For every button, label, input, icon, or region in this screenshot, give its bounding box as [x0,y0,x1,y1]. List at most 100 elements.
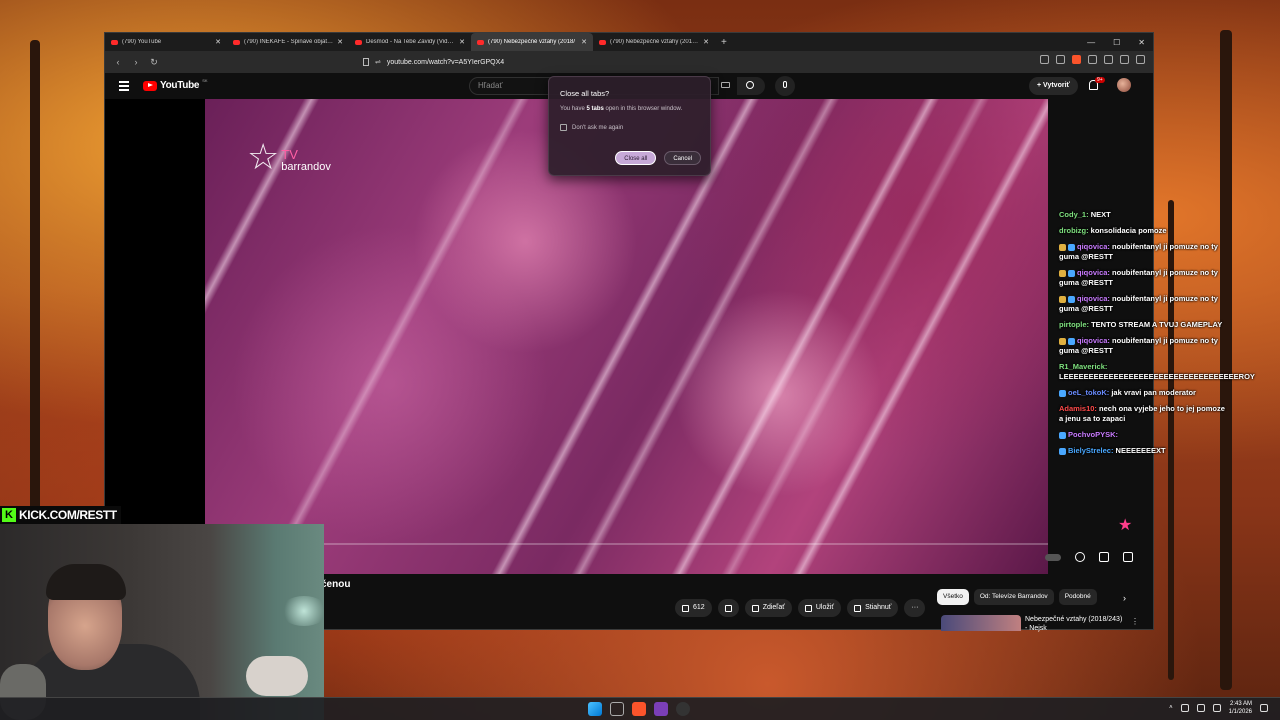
recommendation-menu-icon[interactable]: ⋮ [1131,617,1139,626]
channel-watermark: ☆ TV barrandov [247,136,331,177]
chat-badge-icon [1068,295,1075,303]
brave-shields-icon[interactable] [1072,55,1081,64]
chip-similar[interactable]: Podobné [1058,589,1097,605]
youtube-favicon-icon [355,39,362,45]
voice-search-button[interactable] [775,76,795,96]
chat-message: Adamis10: nech ona vyjebe jeho to jej po… [1059,404,1229,424]
browser-tab[interactable]: (790) Nebezpečné vztahy (2019/258 ✕ [593,33,715,51]
chat-username: qiqovica: [1077,242,1110,251]
close-all-button[interactable]: Close all [615,151,657,165]
webcam-feed [0,524,324,720]
kick-logo-icon: K [2,508,16,522]
obs-icon[interactable] [654,702,668,716]
volume-icon[interactable] [1212,704,1221,712]
share-icon[interactable] [1056,55,1065,64]
chat-username: pirtople: [1059,320,1089,329]
hamburger-menu-icon[interactable] [119,81,129,93]
chat-username: oeL_tokoK: [1068,388,1110,397]
chat-message: drobizg: konsolidacia pomoze [1059,226,1229,236]
dislike-button[interactable] [717,599,739,617]
menu-icon[interactable] [1136,55,1145,64]
cancel-button[interactable]: Cancel [664,151,701,165]
bookmark-icon[interactable] [363,58,369,66]
stream-chat-overlay: Cody_1: NEXT drobizg: konsolidacia pomoze… [1059,210,1255,462]
tab-close-icon[interactable]: ✕ [703,38,709,46]
forward-icon[interactable]: › [131,57,141,67]
tab-close-icon[interactable]: ✕ [215,38,221,46]
reload-icon[interactable]: ↻ [149,57,159,68]
browser-tab[interactable]: (790) Nebezpečné vztahy (2018/✕ [471,33,593,51]
task-view-icon[interactable] [610,702,624,716]
dont-ask-checkbox[interactable]: Don't ask me again [560,124,699,131]
thumbs-up-icon [682,604,689,612]
notification-center-icon[interactable] [1260,704,1268,712]
sidebar-icon[interactable] [1104,55,1113,64]
keyboard-icon[interactable] [721,82,730,88]
chip-all[interactable]: Všetko [937,589,969,605]
kick-star-icon: ★ [1118,517,1133,534]
save-button[interactable]: Uložiť [797,599,842,617]
autoplay-toggle[interactable] [1045,553,1061,561]
url-field[interactable]: ⇌ youtube.com/watch?v=A5YIerGPQX4 [363,55,833,69]
chat-text: jak vravi pan moderator [1111,388,1196,397]
browser-tab[interactable]: Desmod - Na Tebe Zavidy (Video) - Y✕ [349,33,471,51]
maximize-icon[interactable]: ☐ [1113,38,1120,47]
window-controls: — ☐ ✕ [1087,33,1145,51]
create-button[interactable]: + Vytvoriť [1029,77,1078,95]
back-icon[interactable]: ‹ [113,57,123,67]
wallet-icon[interactable] [1120,55,1129,64]
app-icon[interactable] [676,702,690,716]
browser-tab[interactable]: (790) INEKAFE - Špinavé objatie - Yo✕ [227,33,349,51]
minimize-icon[interactable]: — [1087,38,1095,47]
tab-close-icon[interactable]: ✕ [581,38,587,46]
address-bar: ‹ › ↻ ⇌ youtube.com/watch?v=A5YIerGPQX4 [105,51,1153,73]
recommendation-title[interactable]: Nebezpečné vztahy (2018/243) - Nejsk [1025,615,1125,633]
mic-icon [783,81,787,88]
kick-url-text: KICK.COM/RESTT [19,508,117,522]
search-button[interactable] [737,77,765,95]
tab-close-icon[interactable]: ✕ [337,38,343,46]
download-button[interactable]: Stiahnuť [847,599,899,617]
related-filter-chips: Všetko Od: Televíze Barrandov Podobné [937,589,1097,605]
chat-message: qiqovica: noubifentanyl ji pomuze no ty … [1059,294,1229,314]
chat-text: NEXT [1090,210,1111,219]
settings-gear-icon[interactable] [1075,552,1085,562]
checkbox-icon[interactable] [560,124,567,131]
extensions-icon[interactable] [1088,55,1097,64]
chat-badge-icon [1059,337,1066,345]
account-avatar[interactable] [1117,78,1131,92]
notification-count-badge: 9+ [1095,77,1105,83]
start-menu-icon[interactable] [588,702,602,716]
player-controls [1045,552,1133,562]
network-icon[interactable] [1180,704,1189,712]
site-info-icon[interactable]: ⇌ [375,58,381,66]
close-window-icon[interactable]: ✕ [1138,38,1145,47]
youtube-favicon-icon [477,39,484,45]
clock[interactable]: 2:43 AM 1/1/2026 [1229,700,1252,716]
like-button[interactable]: 612 [675,599,712,617]
chat-username: qiqovica: [1077,336,1110,345]
tray-chevron-icon[interactable]: ˄ [1169,705,1173,711]
more-actions-button[interactable]: ··· [904,599,926,617]
youtube-play-icon [143,80,157,91]
share-button[interactable]: Zdieľať [744,599,792,617]
search-icon [746,81,754,89]
video-actions: 612 Zdieľať Uložiť Stiahnuť ··· [675,599,926,617]
fullscreen-icon[interactable] [1123,552,1133,562]
new-tab-button[interactable]: + [715,37,733,48]
wifi-icon[interactable] [1196,704,1205,712]
youtube-favicon-icon [233,39,240,45]
tab-close-icon[interactable]: ✕ [459,38,465,46]
chip-from-channel[interactable]: Od: Televíze Barrandov [973,589,1054,605]
brave-browser-icon[interactable] [632,702,646,716]
recommendation-thumbnail[interactable] [941,615,1021,631]
chat-badge-icon [1059,447,1066,455]
chat-text: NEEEEEEEXT [1115,446,1166,455]
chip-next-arrow-icon[interactable]: › [1123,593,1126,603]
browser-tab[interactable]: (790) YouTube ✕ [105,33,227,51]
theater-mode-icon[interactable] [1099,552,1109,562]
translate-icon[interactable] [1040,55,1049,64]
chat-username: PochvoPYSK: [1068,430,1119,439]
youtube-logo[interactable]: YouTube SK [143,78,208,91]
video-progress-bar[interactable] [205,543,1048,545]
